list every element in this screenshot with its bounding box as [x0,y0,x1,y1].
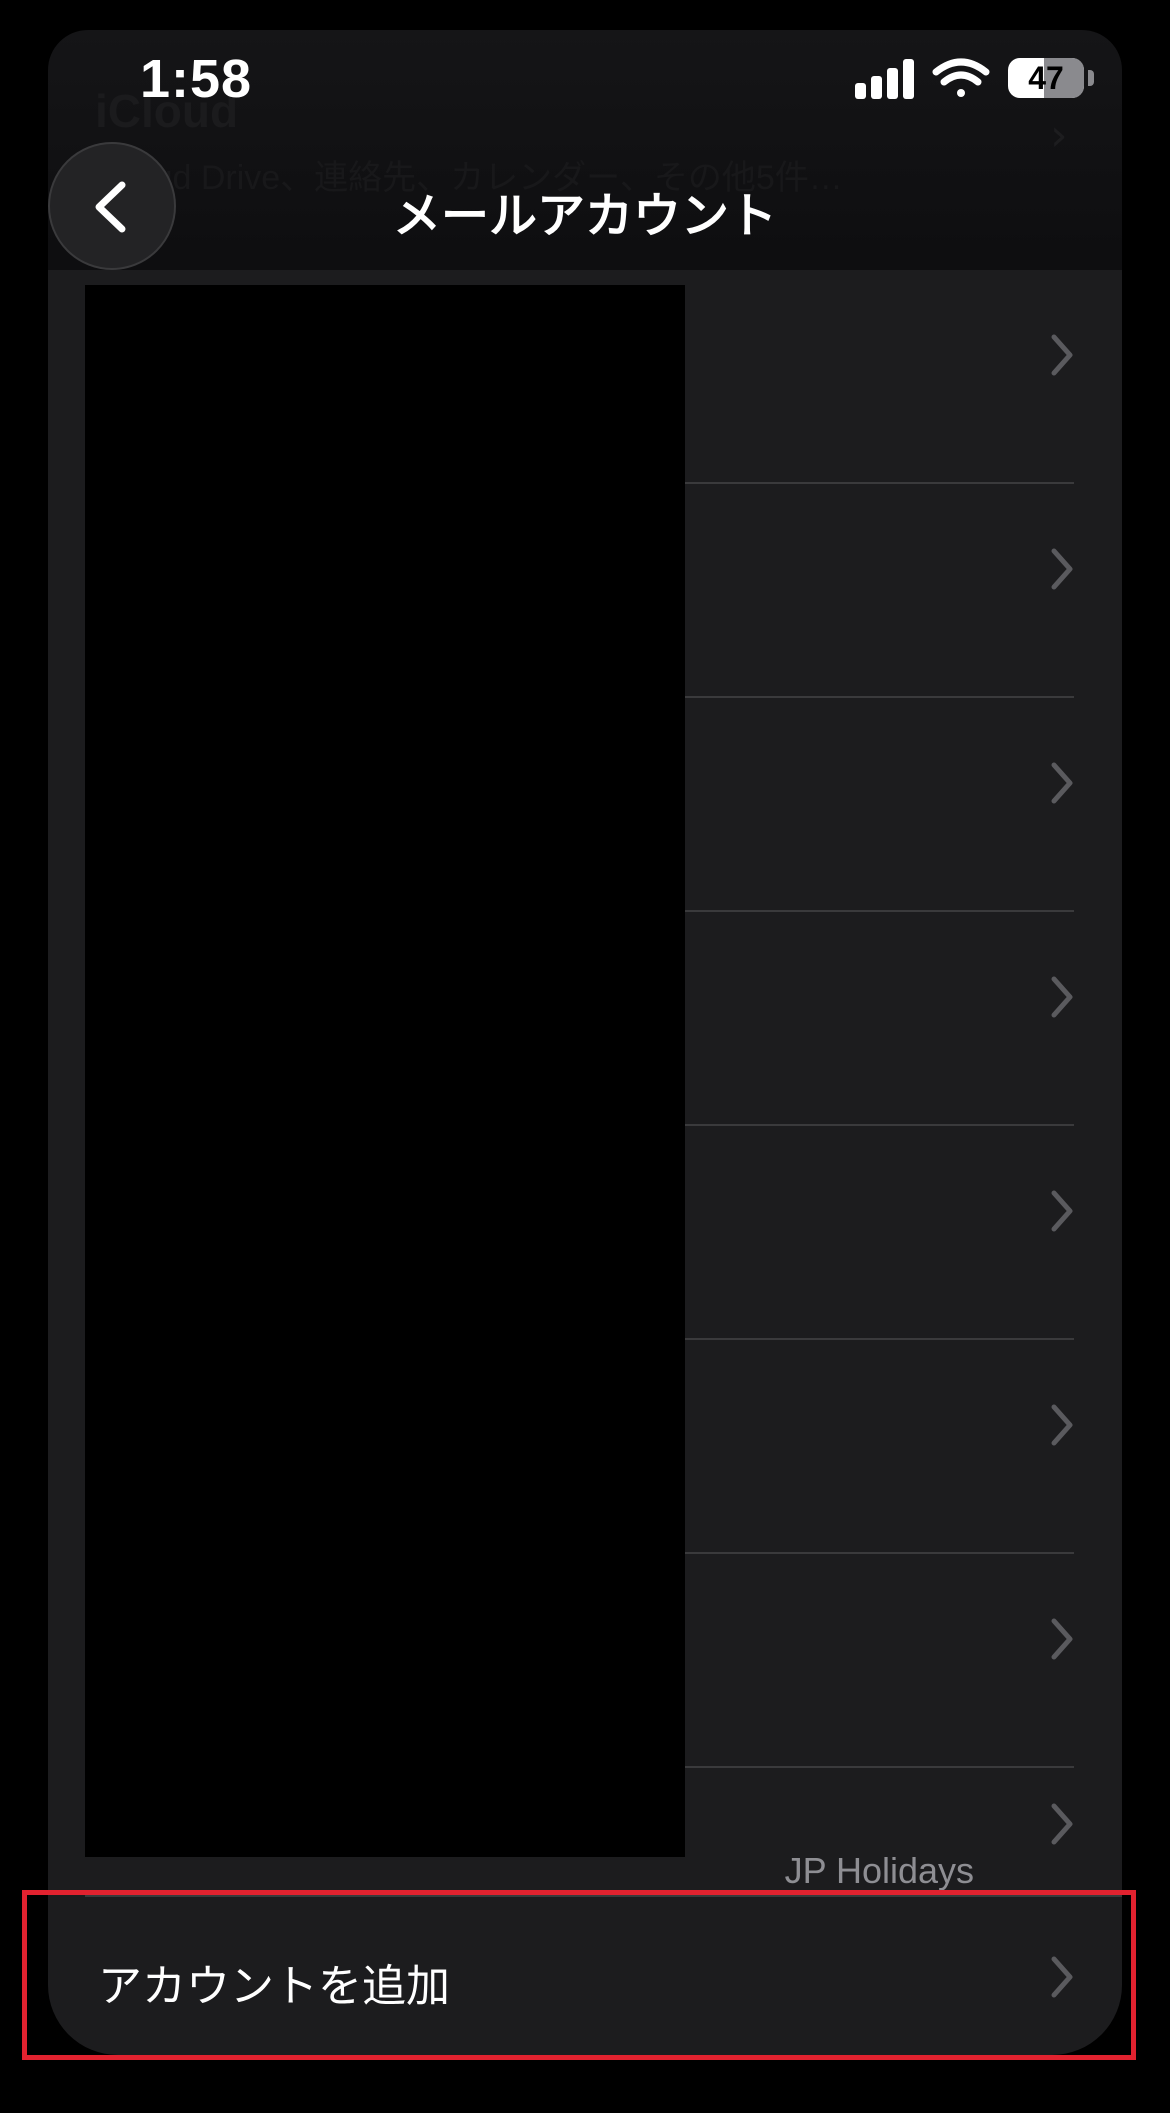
wifi-icon [932,58,990,97]
redacted-account-names [85,285,685,1857]
chevron-right-icon [1051,1190,1073,1232]
page-title: メールアカウント [392,188,777,244]
account-detail: JP Holidays [784,1850,974,1891]
cellular-signal-icon [855,59,914,99]
chevron-right-icon [1051,1618,1073,1660]
chevron-right-icon [1051,334,1073,376]
chevron-right-icon [1051,1404,1073,1446]
chevron-right-icon [1051,976,1073,1018]
screen: iCloud iCloud Drive、連絡先、カレンダー、その他5件… › 1… [0,0,1170,2113]
battery-icon: 47 [1008,58,1084,98]
battery-level: 47 [1028,60,1064,96]
status-time: 1:58 [140,49,253,109]
highlight-box [22,1890,1136,2060]
battery-tip [1088,70,1094,86]
background-chevron-right-icon: › [1050,110,1068,161]
chevron-right-icon [1051,548,1073,590]
chevron-right-icon [1051,1803,1073,1845]
chevron-right-icon [1051,762,1073,804]
